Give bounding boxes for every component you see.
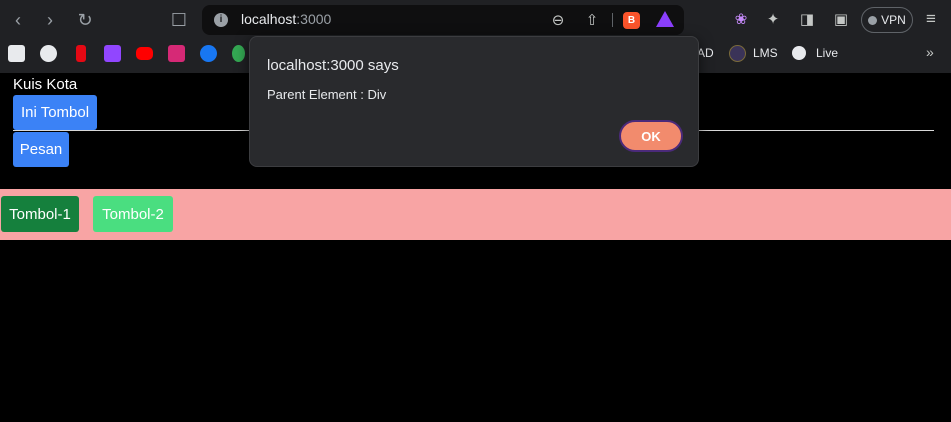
sidebar-icon[interactable]: ◨: [797, 9, 817, 29]
share-icon[interactable]: ⇧: [582, 10, 602, 30]
more-bookmarks-icon[interactable]: »: [926, 44, 934, 60]
lms-icon: [729, 45, 746, 62]
back-icon[interactable]: ‹: [6, 8, 30, 32]
bookmark-ad[interactable]: AD: [697, 46, 714, 60]
vpn-status-icon: [868, 15, 878, 25]
browser-toolbar: ‹ › ↻ ☐ i localhost:3000 ⊖ ⇧ B ❀ ✦ ◨ ▣ V…: [0, 0, 951, 40]
tombol-2-button[interactable]: Tombol-2: [93, 196, 173, 232]
pesan-button[interactable]: Pesan: [13, 132, 69, 167]
notion-icon[interactable]: [8, 45, 25, 62]
dialog-title: localhost:3000 says: [267, 57, 399, 74]
url-port: :3000: [296, 11, 332, 27]
address-bar[interactable]: i localhost:3000 ⊖ ⇧ B: [202, 5, 684, 35]
facebook-icon[interactable]: [200, 45, 217, 62]
forward-icon[interactable]: ›: [38, 8, 62, 32]
youtube-icon[interactable]: [136, 47, 153, 60]
dialog-message: Parent Element : Div: [267, 87, 387, 102]
bookmark-lms[interactable]: LMS: [753, 46, 778, 60]
ini-tombol-button[interactable]: Ini Tombol: [13, 95, 97, 130]
ok-button[interactable]: OK: [619, 120, 683, 152]
extensions-icon[interactable]: ✦: [763, 9, 783, 29]
netflix-icon[interactable]: [76, 45, 86, 62]
page-title: Kuis Kota: [13, 76, 78, 93]
url-host: localhost: [241, 11, 297, 27]
wallet-icon[interactable]: ▣: [831, 9, 851, 29]
vpn-button[interactable]: VPN: [861, 7, 913, 33]
alert-dialog: localhost:3000 says Parent Element : Div…: [249, 36, 699, 167]
live-icon: [792, 46, 806, 60]
reload-icon[interactable]: ↻: [73, 8, 97, 32]
twitch-icon[interactable]: [104, 45, 121, 62]
github-icon[interactable]: [40, 45, 57, 62]
leo-ai-icon[interactable]: ❀: [731, 9, 751, 29]
vpn-label: VPN: [881, 13, 906, 27]
site-info-icon[interactable]: i: [214, 13, 228, 27]
instagram-icon[interactable]: [168, 45, 185, 62]
bookmark-live[interactable]: Live: [816, 46, 838, 60]
url-divider: [612, 13, 613, 27]
zoom-icon[interactable]: ⊖: [548, 10, 568, 30]
tombol-1-button[interactable]: Tombol-1: [1, 196, 79, 232]
button-container: Tombol-1 Tombol-2: [0, 189, 951, 240]
brave-rewards-icon[interactable]: [656, 11, 674, 27]
tripadvisor-icon[interactable]: [232, 45, 245, 62]
menu-icon[interactable]: ≡: [921, 9, 941, 29]
bookmark-icon[interactable]: ☐: [167, 8, 191, 32]
brave-shields-icon[interactable]: B: [623, 12, 640, 29]
url-text: localhost:3000: [241, 11, 331, 27]
